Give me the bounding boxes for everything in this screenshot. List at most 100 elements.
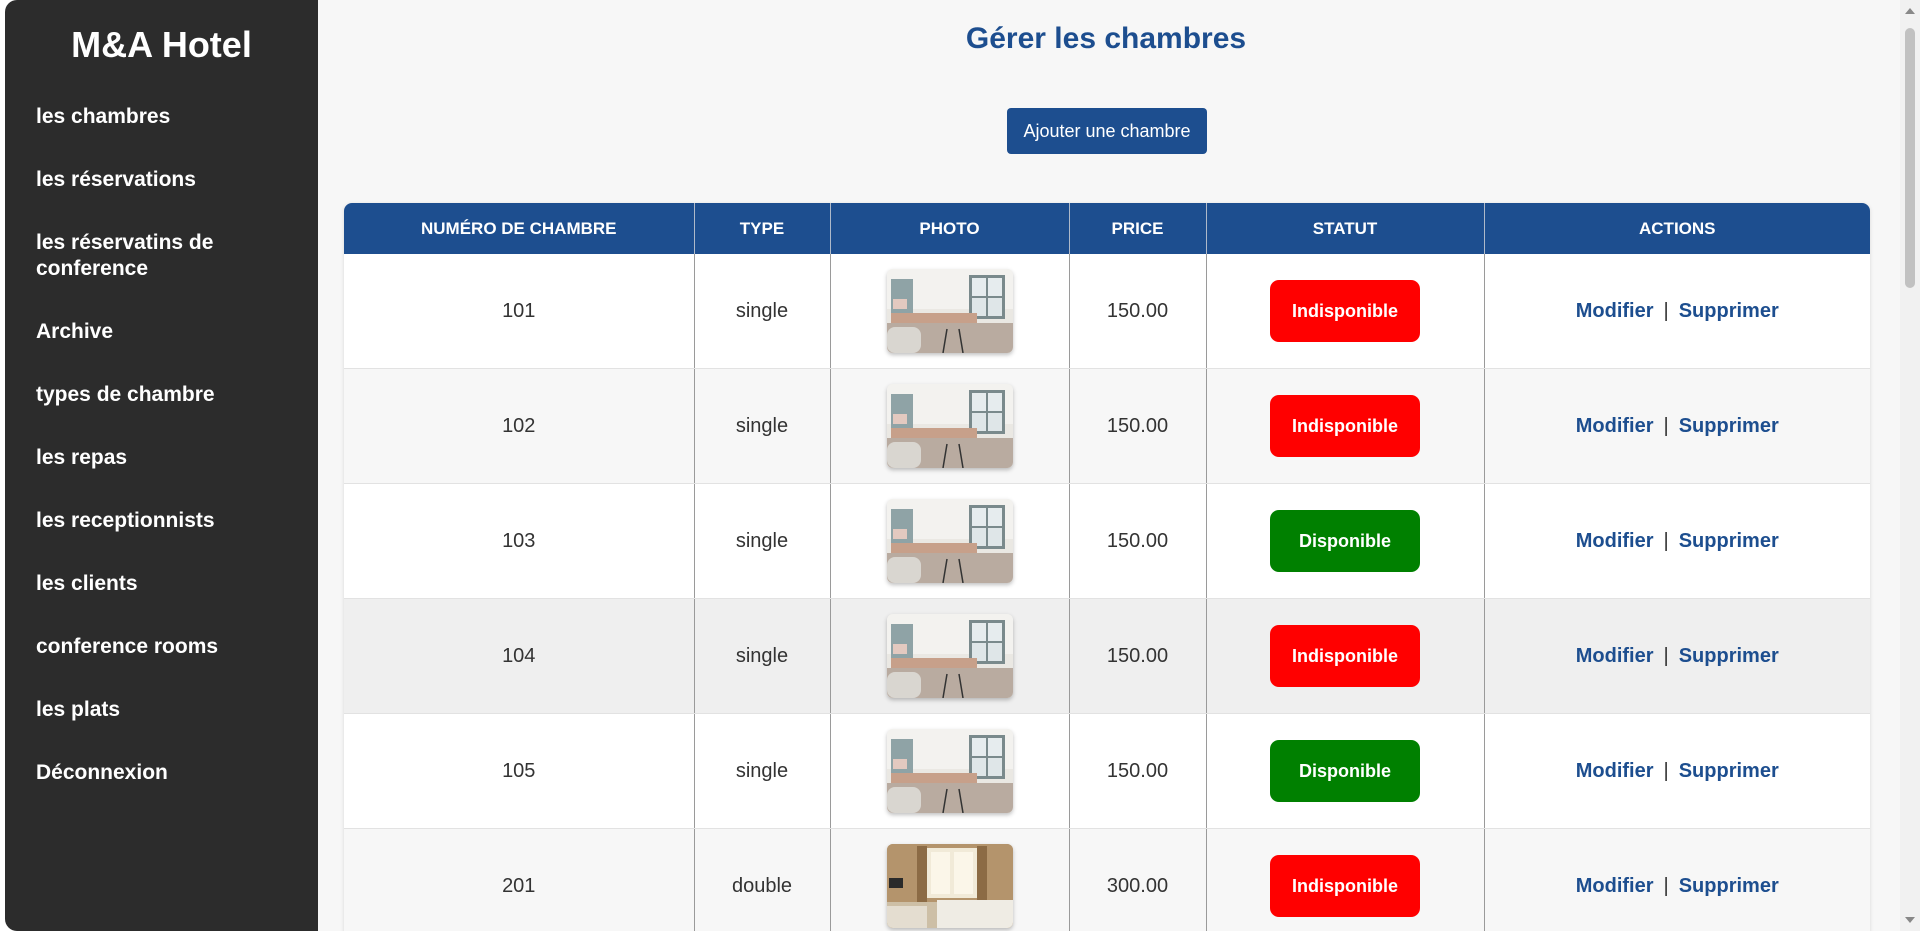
cell-photo: [830, 483, 1070, 599]
delete-link[interactable]: Supprimer: [1679, 300, 1779, 322]
cell-status: Disponible: [1206, 713, 1485, 829]
status-badge: Indisponible: [1270, 280, 1420, 342]
delete-link[interactable]: Supprimer: [1679, 875, 1779, 897]
table-row: 103 single 150.00 Disponible Modifier | …: [344, 483, 1870, 599]
cell-type: single: [694, 598, 831, 714]
status-badge: Disponible: [1270, 510, 1420, 572]
cell-status: Disponible: [1206, 483, 1485, 599]
main-content: Gérer les chambres Ajouter une chambre N…: [318, 0, 1900, 931]
table-row: 201 double 300.00 Indisponible Modifier …: [344, 828, 1870, 931]
action-separator: |: [1663, 299, 1669, 322]
room-photo-single: [886, 614, 1013, 698]
modify-link[interactable]: Modifier: [1576, 760, 1654, 782]
sidebar-item-reservations[interactable]: les réservations: [36, 167, 286, 193]
sidebar-item-room-types[interactable]: types de chambre: [36, 382, 286, 408]
cell-actions: Modifier | Supprimer: [1484, 713, 1870, 829]
room-photo-single: [886, 499, 1013, 583]
cell-price: 150.00: [1069, 368, 1207, 484]
header-photo: PHOTO: [830, 203, 1070, 254]
sidebar-item-clients[interactable]: les clients: [36, 571, 286, 597]
header-type: TYPE: [694, 203, 831, 254]
cell-photo: [830, 713, 1070, 829]
delete-link[interactable]: Supprimer: [1679, 645, 1779, 667]
cell-type: single: [694, 368, 831, 484]
cell-room-number: 104: [344, 598, 695, 714]
cell-photo: [830, 254, 1070, 369]
cell-actions: Modifier | Supprimer: [1484, 598, 1870, 714]
cell-photo: [830, 598, 1070, 714]
cell-status: Indisponible: [1206, 254, 1485, 369]
cell-actions: Modifier | Supprimer: [1484, 483, 1870, 599]
header-status: STATUT: [1206, 203, 1485, 254]
cell-price: 150.00: [1069, 713, 1207, 829]
cell-status: Indisponible: [1206, 828, 1485, 931]
modify-link[interactable]: Modifier: [1576, 530, 1654, 552]
room-photo-single: [886, 384, 1013, 468]
brand-title: M&A Hotel: [71, 24, 252, 65]
cell-status: Indisponible: [1206, 598, 1485, 714]
modify-link[interactable]: Modifier: [1576, 415, 1654, 437]
action-separator: |: [1663, 644, 1669, 667]
cell-type: double: [694, 828, 831, 931]
delete-link[interactable]: Supprimer: [1679, 530, 1779, 552]
table-row: 104 single 150.00 Indisponible Modifier …: [344, 598, 1870, 714]
delete-link[interactable]: Supprimer: [1679, 760, 1779, 782]
cell-price: 150.00: [1069, 254, 1207, 369]
sidebar-nav: les chambres les réservations les réserv…: [5, 70, 318, 786]
cell-photo: [830, 368, 1070, 484]
delete-link[interactable]: Supprimer: [1679, 415, 1779, 437]
cell-photo: [830, 828, 1070, 931]
status-badge: Indisponible: [1270, 625, 1420, 687]
status-badge: Indisponible: [1270, 395, 1420, 457]
cell-room-number: 105: [344, 713, 695, 829]
action-separator: |: [1663, 759, 1669, 782]
scroll-down-arrow-icon[interactable]: [1905, 917, 1915, 923]
sidebar-item-receptionnists[interactable]: les receptionnists: [36, 508, 286, 534]
sidebar-item-plats[interactable]: les plats: [36, 697, 286, 723]
page-title: Gérer les chambres: [965, 22, 1247, 55]
cell-price: 150.00: [1069, 598, 1207, 714]
room-photo-single: [886, 269, 1013, 353]
cell-status: Indisponible: [1206, 368, 1485, 484]
sidebar-item-repas[interactable]: les repas: [36, 445, 286, 471]
sidebar-item-conference-reservations[interactable]: les réservatins de conference: [36, 230, 286, 282]
room-photo-single: [886, 729, 1013, 813]
action-separator: |: [1663, 529, 1669, 552]
cell-type: single: [694, 483, 831, 599]
cell-price: 300.00: [1069, 828, 1207, 931]
table-row: 102 single 150.00 Indisponible Modifier …: [344, 368, 1870, 484]
table-row: 105 single 150.00 Disponible Modifier | …: [344, 713, 1870, 829]
cell-type: single: [694, 713, 831, 829]
header-price: PRICE: [1069, 203, 1207, 254]
scroll-up-arrow-icon[interactable]: [1905, 8, 1915, 14]
modify-link[interactable]: Modifier: [1576, 300, 1654, 322]
modify-link[interactable]: Modifier: [1576, 645, 1654, 667]
cell-type: single: [694, 254, 831, 369]
scrollbar-thumb[interactable]: [1905, 28, 1915, 288]
room-photo-double: [886, 844, 1013, 928]
modify-link[interactable]: Modifier: [1576, 875, 1654, 897]
action-separator: |: [1663, 414, 1669, 437]
cell-actions: Modifier | Supprimer: [1484, 254, 1870, 369]
add-room-button[interactable]: Ajouter une chambre: [1007, 108, 1207, 154]
action-separator: |: [1663, 874, 1669, 897]
sidebar-item-conference-rooms[interactable]: conference rooms: [36, 634, 286, 660]
header-actions: ACTIONS: [1484, 203, 1870, 254]
app: M&A Hotel les chambres les réservations …: [0, 0, 1920, 931]
rooms-table: NUMÉRO DE CHAMBRE TYPE PHOTO PRICE STATU…: [344, 203, 1870, 931]
sidebar-item-archive[interactable]: Archive: [36, 319, 286, 345]
rooms-table-container: NUMÉRO DE CHAMBRE TYPE PHOTO PRICE STATU…: [344, 203, 1870, 931]
cell-room-number: 102: [344, 368, 695, 484]
sidebar-item-chambres[interactable]: les chambres: [36, 104, 286, 130]
sidebar-item-logout[interactable]: Déconnexion: [36, 760, 286, 786]
status-badge: Indisponible: [1270, 855, 1420, 917]
page-scrollbar[interactable]: [1900, 0, 1920, 931]
cell-room-number: 103: [344, 483, 695, 599]
sidebar: M&A Hotel les chambres les réservations …: [5, 0, 318, 931]
cell-actions: Modifier | Supprimer: [1484, 828, 1870, 931]
table-row: 101 single 150.00 Indisponible Modifier …: [344, 254, 1870, 369]
cell-room-number: 101: [344, 254, 695, 369]
table-header-row: NUMÉRO DE CHAMBRE TYPE PHOTO PRICE STATU…: [344, 203, 1870, 254]
status-badge: Disponible: [1270, 740, 1420, 802]
cell-room-number: 201: [344, 828, 695, 931]
